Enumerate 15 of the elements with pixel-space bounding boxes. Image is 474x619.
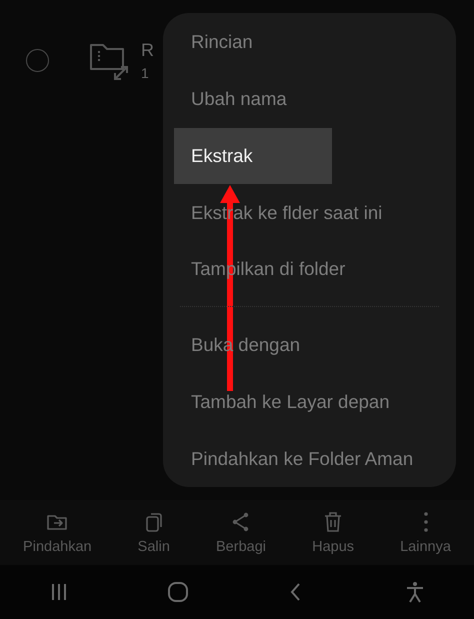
home-icon[interactable]: [166, 581, 189, 603]
menu-item[interactable]: Tambah ke Layar depan: [163, 374, 406, 430]
select-circle[interactable]: [26, 49, 49, 72]
menu-item[interactable]: Ekstrak: [174, 128, 332, 184]
menu-item[interactable]: Pindahkan ke Folder Aman: [163, 430, 430, 487]
toolbar-button[interactable]: Berbagi: [212, 510, 270, 555]
toolbar-button[interactable]: Lainnya: [396, 510, 455, 555]
file-meta: 1: [141, 65, 150, 81]
toolbar-button[interactable]: Salin: [134, 510, 174, 555]
toolbar-button[interactable]: Hapus: [308, 510, 358, 555]
more-icon: [424, 512, 428, 532]
menu-item[interactable]: Ubah nama: [163, 70, 304, 128]
toolbar-button[interactable]: Pindahkan: [19, 510, 96, 555]
menu-item[interactable]: Rincian: [163, 14, 270, 71]
file-name: R: [141, 40, 154, 61]
